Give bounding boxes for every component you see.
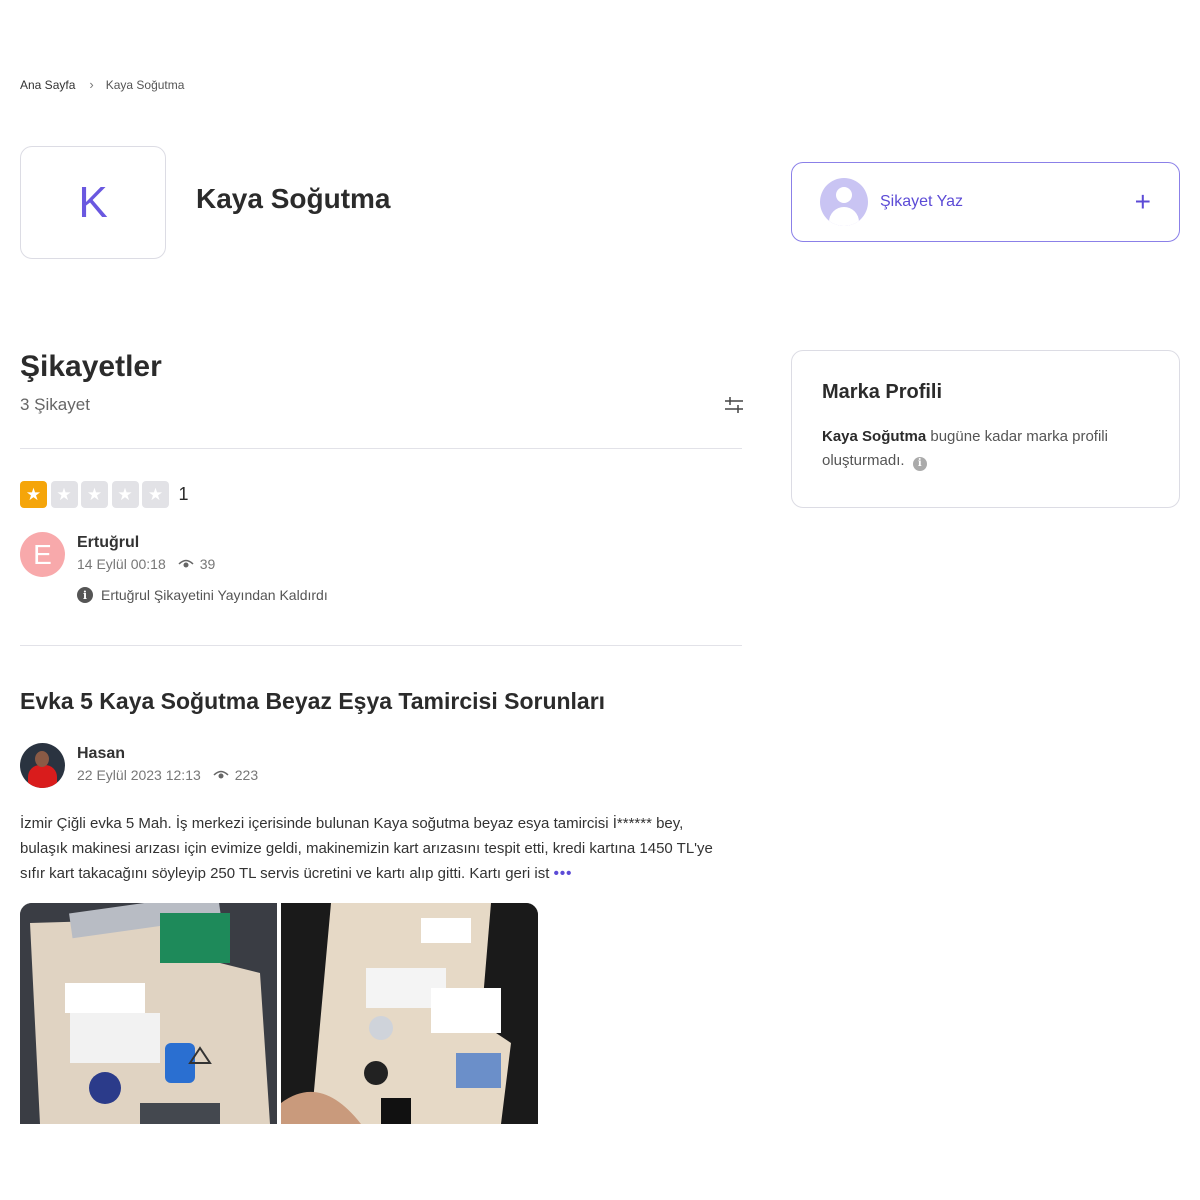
chevron-right-icon: › (89, 77, 94, 92)
eye-icon (178, 559, 194, 568)
breadcrumb-current[interactable]: Kaya Soğutma (106, 78, 185, 92)
complaint-meta: 14 Eylül 00:18 39 (77, 556, 215, 572)
star-empty-icon: ★ (81, 481, 108, 508)
removed-notice-text: Ertuğrul Şikayetini Yayından Kaldırdı (101, 587, 328, 603)
avatar: E (20, 532, 65, 577)
divider (20, 645, 742, 646)
user-name[interactable]: Hasan (77, 745, 125, 763)
avatar-letter: E (33, 538, 52, 570)
info-icon: i (77, 587, 93, 603)
complaint-date: 22 Eylül 2023 12:13 (77, 767, 201, 783)
star-empty-icon: ★ (111, 481, 139, 508)
removed-notice: i Ertuğrul Şikayetini Yayından Kaldırdı (77, 587, 328, 603)
breadcrumb-home-link[interactable]: Ana Sayfa (20, 78, 75, 92)
rating-value: 1 (178, 484, 189, 504)
star-empty-icon: ★ (50, 481, 78, 508)
brand-profile-text: Kaya Soğutma bugüne kadar marka profili … (822, 425, 1149, 473)
eye-icon (213, 770, 229, 779)
write-complaint-label: Şikayet Yaz (880, 193, 964, 210)
complaint-title[interactable]: Evka 5 Kaya Soğutma Beyaz Eşya Tamircisi… (20, 688, 605, 715)
brand-title: Kaya Soğutma (196, 183, 391, 214)
brand-logo-letter: K (78, 177, 108, 227)
plus-icon: + (1134, 186, 1151, 217)
write-complaint-button[interactable]: Şikayet Yaz + (791, 162, 1180, 242)
star-filled-icon: ★ (20, 481, 47, 508)
complaint-date: 14 Eylül 00:18 (77, 556, 166, 572)
complaint-meta: 22 Eylül 2023 12:13 223 (77, 767, 258, 783)
complaint-text-body: İzmir Çiğli evka 5 Mah. İş merkezi içeri… (20, 815, 713, 882)
brand-profile-title: Marka Profili (822, 381, 943, 403)
view-count: 39 (199, 556, 216, 572)
complaints-count: 3 Şikayet (20, 395, 90, 414)
brand-profile-brand-name[interactable]: Kaya Soğutma (822, 428, 926, 445)
complaint-photo[interactable] (20, 903, 277, 1124)
brand-logo: K (20, 146, 166, 259)
breadcrumb: Ana Sayfa › Kaya Soğutma (20, 77, 184, 92)
filter-icon[interactable] (724, 396, 744, 414)
avatar (20, 743, 65, 788)
brand-profile-card: Marka Profili Kaya Soğutma bugüne kadar … (791, 350, 1180, 508)
divider (20, 448, 742, 449)
star-empty-icon: ★ (142, 481, 169, 508)
read-more-button[interactable]: ••• (554, 865, 573, 882)
complaint-photo[interactable] (281, 903, 538, 1124)
user-avatar-icon (820, 178, 868, 226)
complaints-heading: Şikayetler (20, 350, 162, 383)
user-name[interactable]: Ertuğrul (77, 534, 139, 552)
info-icon[interactable]: i (912, 457, 927, 471)
view-count: 223 (234, 767, 259, 783)
rating-stars: ★ ★ ★ ★ ★ 1 (20, 481, 189, 508)
complaint-text[interactable]: İzmir Çiğli evka 5 Mah. İş merkezi içeri… (20, 811, 735, 886)
